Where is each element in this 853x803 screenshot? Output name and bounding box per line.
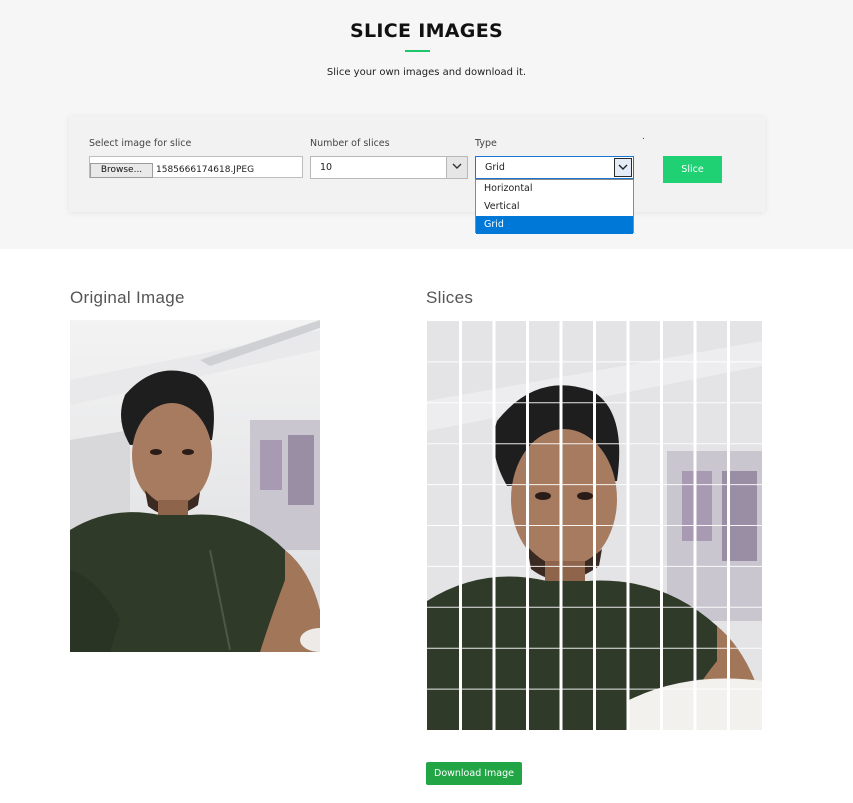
slices-value: 10: [320, 162, 333, 173]
slice-button[interactable]: Slice: [663, 156, 722, 183]
slices-label: Number of slices: [310, 138, 390, 149]
header-section: SLICE IMAGES Slice your own images and d…: [0, 0, 853, 249]
option-horizontal[interactable]: Horizontal: [476, 180, 633, 198]
file-label: Select image for slice: [89, 138, 192, 149]
chevron-down-icon: [446, 157, 467, 178]
type-select[interactable]: Grid: [475, 156, 634, 179]
slices-select[interactable]: 10: [310, 156, 468, 179]
file-name: 1585666174618.JPEG: [156, 165, 255, 175]
type-value: Grid: [485, 162, 505, 173]
file-input[interactable]: Browse... 1585666174618.JPEG: [89, 156, 303, 178]
type-dropdown-list: Horizontal Vertical Grid: [475, 179, 634, 234]
original-image-title: Original Image: [70, 288, 185, 307]
original-image: [70, 320, 320, 652]
page-subtitle: Slice your own images and download it.: [326, 67, 527, 78]
sliced-image-grid: [427, 321, 762, 730]
page-title: SLICE IMAGES: [350, 20, 503, 42]
browse-button[interactable]: Browse...: [90, 163, 153, 178]
type-label: Type: [475, 138, 497, 149]
option-grid[interactable]: Grid: [476, 216, 633, 234]
slices-title: Slices: [426, 288, 474, 307]
stray-mark: .: [642, 132, 645, 142]
download-button[interactable]: Download Image: [426, 762, 522, 785]
title-underline: [405, 50, 430, 52]
option-vertical[interactable]: Vertical: [476, 198, 633, 216]
slice-form: Select image for slice Browse... 1585666…: [69, 116, 765, 212]
chevron-down-icon: [614, 158, 632, 177]
